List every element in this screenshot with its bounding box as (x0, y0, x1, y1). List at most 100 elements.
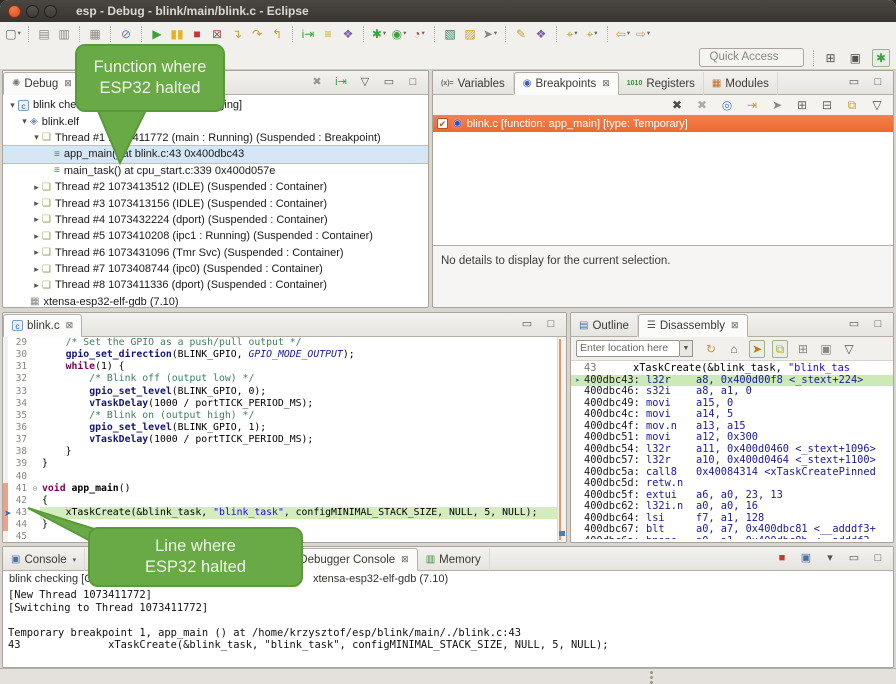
editor-line[interactable]: 34 vTaskDelay(1000 / portTICK_PERIOD_MS)… (3, 398, 566, 410)
new-connection-button[interactable]: ▧ (442, 25, 458, 43)
console-tab-console[interactable]: ▣Console▾ (3, 548, 85, 571)
disassembly-instruction-row[interactable]: ➤400dbc43:l32ra8, 0x400d00f8 <_stext+224… (571, 375, 893, 387)
debug-tree-row[interactable]: ▸❏Thread #7 1073408744 (ipc0) (Suspended… (3, 261, 428, 277)
track-current-instruction-button[interactable]: ➤ (749, 340, 765, 358)
editor-line[interactable]: 38 } (3, 446, 566, 458)
sash-handle[interactable] (650, 671, 653, 674)
maximize-button[interactable] (44, 5, 57, 18)
save-button[interactable]: ▤ (36, 25, 52, 43)
disconnect-button[interactable]: ⊠ (209, 25, 225, 43)
editor-line[interactable]: 39} (3, 458, 566, 470)
quick-access-box[interactable]: Quick Access (699, 48, 804, 67)
remove-all-terminated-button[interactable]: ✖ (309, 73, 325, 91)
editor-line[interactable]: 43 xTaskCreate(&blink_task, "blink_task"… (3, 507, 566, 519)
tree-expand-arrow-icon[interactable]: ▸ (31, 214, 42, 225)
titlebar[interactable]: esp - Debug - blink/main/blink.c - Eclip… (0, 0, 896, 22)
refresh-button[interactable]: ↻ (703, 340, 719, 358)
disassembly-instruction-row[interactable]: 400dbc62:l32i.na0, a0, 16 (571, 501, 893, 513)
show-threads-button[interactable]: ≡ (320, 25, 336, 43)
link-with-debug-view-button[interactable]: ⧉ (844, 96, 860, 114)
terminate-button[interactable]: ■ (774, 549, 790, 567)
overview-ruler-marker[interactable] (559, 531, 565, 536)
tab-close-icon[interactable]: ⊠ (731, 320, 739, 331)
view-menu-button[interactable]: ▽ (841, 340, 857, 358)
breakpoints-tab-registers[interactable]: 1010Registers (619, 72, 704, 95)
location-dropdown-icon[interactable]: ▼ (680, 340, 693, 357)
debug-tree-row[interactable]: ▸❏Thread #2 1073413512 (IDLE) (Suspended… (3, 179, 428, 195)
show-breakpoints-supported-button[interactable]: ◎ (719, 96, 735, 114)
maximize-button[interactable]: □ (870, 549, 886, 567)
breakpoint-row[interactable]: ✔ ◉ blink.c [function: app_main] [type: … (433, 115, 893, 132)
disassembly-tab-disassembly[interactable]: ☰Disassembly⊠ (638, 314, 748, 337)
breakpoints-tab-variables[interactable]: (x)=Variables (433, 72, 514, 95)
disassembly-instruction-row[interactable]: 400dbc67:blta0, a7, 0x400dbc81 <__adddf3… (571, 524, 893, 536)
disassembly-instruction-row[interactable]: 400dbc57:l32ra10, 0x400d0464 <_stext+110… (571, 455, 893, 467)
tree-expand-arrow-icon[interactable]: ▸ (31, 247, 42, 258)
display-selected-console-button[interactable]: ▣ (798, 549, 814, 567)
disassembly-instruction-row[interactable]: 400dbc5d:retw.n (571, 478, 893, 490)
editor-line[interactable]: 33 gpio_set_level(BLINK_GPIO, 0); (3, 386, 566, 398)
flash-button[interactable]: ➤▾ (482, 25, 498, 43)
skip-all-breakpoints-button[interactable]: ➤ (769, 96, 785, 114)
debug-tree-row[interactable]: ▸❏Thread #3 1073413156 (IDLE) (Suspended… (3, 195, 428, 211)
instruction-stepping-mode-button[interactable]: i⇥ (333, 73, 349, 91)
debug-button[interactable]: ✱▾ (371, 25, 387, 43)
collapse-all-button[interactable]: ⊟ (819, 96, 835, 114)
skip-all-breakpoints-button[interactable]: ⊘ (118, 25, 134, 43)
view-menu-button[interactable]: ▽ (357, 73, 373, 91)
disassembly-instruction-row[interactable]: 400dbc5f:extuia6, a0, 23, 13 (571, 490, 893, 502)
forward-button[interactable]: ⇨▾ (635, 25, 651, 43)
expand-all-button[interactable]: ⊞ (794, 96, 810, 114)
maximize-button[interactable]: □ (870, 315, 886, 333)
instruction-stepping-button[interactable]: i⇥ (300, 25, 316, 43)
open-new-view-button[interactable]: ⊞ (795, 340, 811, 358)
code-editor[interactable]: 29 /* Set the GPIO as a push/pull output… (3, 337, 566, 542)
cpp-perspective-button[interactable]: ▣ (847, 49, 864, 67)
minimize-button[interactable]: ▭ (381, 73, 397, 91)
preferences-button[interactable]: ▣ (818, 340, 834, 358)
breakpoints-tab-modules[interactable]: ▦Modules (704, 72, 778, 95)
editor-line[interactable]: 40 (3, 471, 566, 483)
profile-button[interactable]: ◔▾ (411, 25, 427, 43)
minimize-button[interactable]: ▭ (846, 549, 862, 567)
debug-tab-debug[interactable]: ✺Debug⊠ (3, 72, 81, 95)
home-button[interactable]: ⌂ (726, 340, 742, 358)
step-over-button[interactable]: ↷ (249, 25, 265, 43)
debug-tree-row[interactable]: ▾❏Thread #1 1073411772 (main : Running) … (3, 130, 428, 146)
disassembly-tab-outline[interactable]: ▤Outline (571, 314, 638, 337)
new-wizard-button[interactable]: ▢▾ (5, 25, 21, 43)
disassembly-instruction-row[interactable]: 400dbc46:s32ia8, a1, 0 (571, 386, 893, 398)
disassembly-instruction-row[interactable]: 400dbc49:movia15, 0 (571, 398, 893, 410)
console-tab-memory[interactable]: ▥Memory (418, 548, 490, 571)
sync-active-context-button[interactable]: ⧉ (772, 340, 788, 358)
step-into-button[interactable]: ↴ (229, 25, 245, 43)
suspend-button[interactable]: ▮▮ (169, 25, 185, 43)
disassembly-content[interactable]: 43xTaskCreate(&blink_task, "blink_tas➤40… (571, 361, 893, 539)
tree-expand-arrow-icon[interactable]: ▸ (31, 280, 42, 291)
debug-tree-row[interactable]: ▸❏Thread #6 1073431096 (Tmr Svc) (Suspen… (3, 245, 428, 261)
back-button[interactable]: ⇦▾ (615, 25, 631, 43)
save-all-button[interactable]: ▥ (56, 25, 72, 43)
terminate-button[interactable]: ■ (189, 25, 205, 43)
resume-button[interactable]: ▶ (149, 25, 165, 43)
debug-tree-row[interactable]: ▸❏Thread #8 1073411336 (dport) (Suspende… (3, 277, 428, 293)
tab-chevron-icon[interactable]: ▾ (73, 556, 77, 564)
debug-tree-row[interactable]: ≡app_main() at blink.c:43 0x400dbc43 (3, 146, 428, 162)
breakpoint-checkbox[interactable]: ✔ (437, 118, 448, 129)
maximize-button[interactable]: □ (543, 315, 559, 333)
disassembly-source-row[interactable]: 43xTaskCreate(&blink_task, "blink_tas (571, 363, 893, 375)
tab-close-icon[interactable]: ⊠ (66, 320, 74, 331)
tree-expand-arrow-icon[interactable]: ▸ (31, 264, 42, 275)
editor-line[interactable]: 41⊖void app_main() (3, 483, 566, 495)
toggle-mark-button[interactable]: ❖ (533, 25, 549, 43)
editor-line[interactable]: 29 /* Set the GPIO as a push/pull output… (3, 337, 566, 349)
remove-all-breakpoints-button[interactable]: ✖ (694, 96, 710, 114)
debug-perspective-button[interactable]: ✱ (872, 49, 890, 67)
tree-expand-arrow-icon[interactable]: ▸ (31, 182, 42, 193)
tab-close-icon[interactable]: ⊠ (64, 78, 72, 89)
remove-selected-breakpoints-button[interactable]: ✖ (669, 96, 685, 114)
format-button[interactable]: ✎ (513, 25, 529, 43)
editor-line[interactable]: 35 /* Blink on (output high) */ (3, 410, 566, 422)
minimize-button[interactable] (26, 5, 39, 18)
disassembly-instruction-row[interactable]: 400dbc51:movia12, 0x300 (571, 432, 893, 444)
